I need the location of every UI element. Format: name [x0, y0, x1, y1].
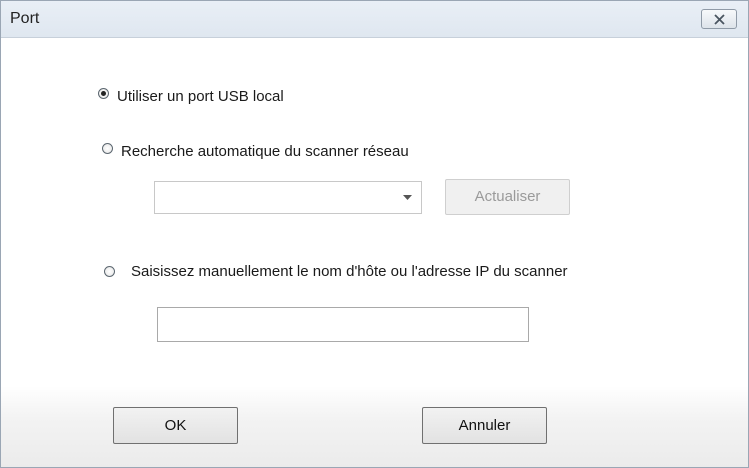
title-bar: Port [1, 1, 748, 38]
scanner-select-arrow[interactable] [397, 187, 417, 208]
manual-entry-label[interactable]: Saisissez manuellement le nom d'hôte ou … [131, 263, 568, 280]
port-dialog: Port Utiliser un port USB local Recherch… [0, 0, 749, 468]
usb-port-radio[interactable] [98, 88, 109, 99]
cancel-button[interactable]: Annuler [422, 407, 547, 444]
chevron-down-icon [403, 195, 412, 200]
close-icon [714, 14, 725, 25]
host-address-input[interactable] [157, 307, 529, 342]
auto-search-radio[interactable] [102, 143, 113, 154]
radio-selected-dot [101, 91, 106, 96]
close-button[interactable] [701, 9, 737, 29]
refresh-button[interactable]: Actualiser [445, 179, 570, 215]
manual-entry-radio[interactable] [104, 266, 115, 277]
scanner-select[interactable] [154, 181, 422, 214]
auto-search-label[interactable]: Recherche automatique du scanner réseau [121, 143, 409, 160]
window-title: Port [10, 10, 40, 27]
ok-button[interactable]: OK [113, 407, 238, 444]
usb-port-label[interactable]: Utiliser un port USB local [117, 88, 284, 105]
